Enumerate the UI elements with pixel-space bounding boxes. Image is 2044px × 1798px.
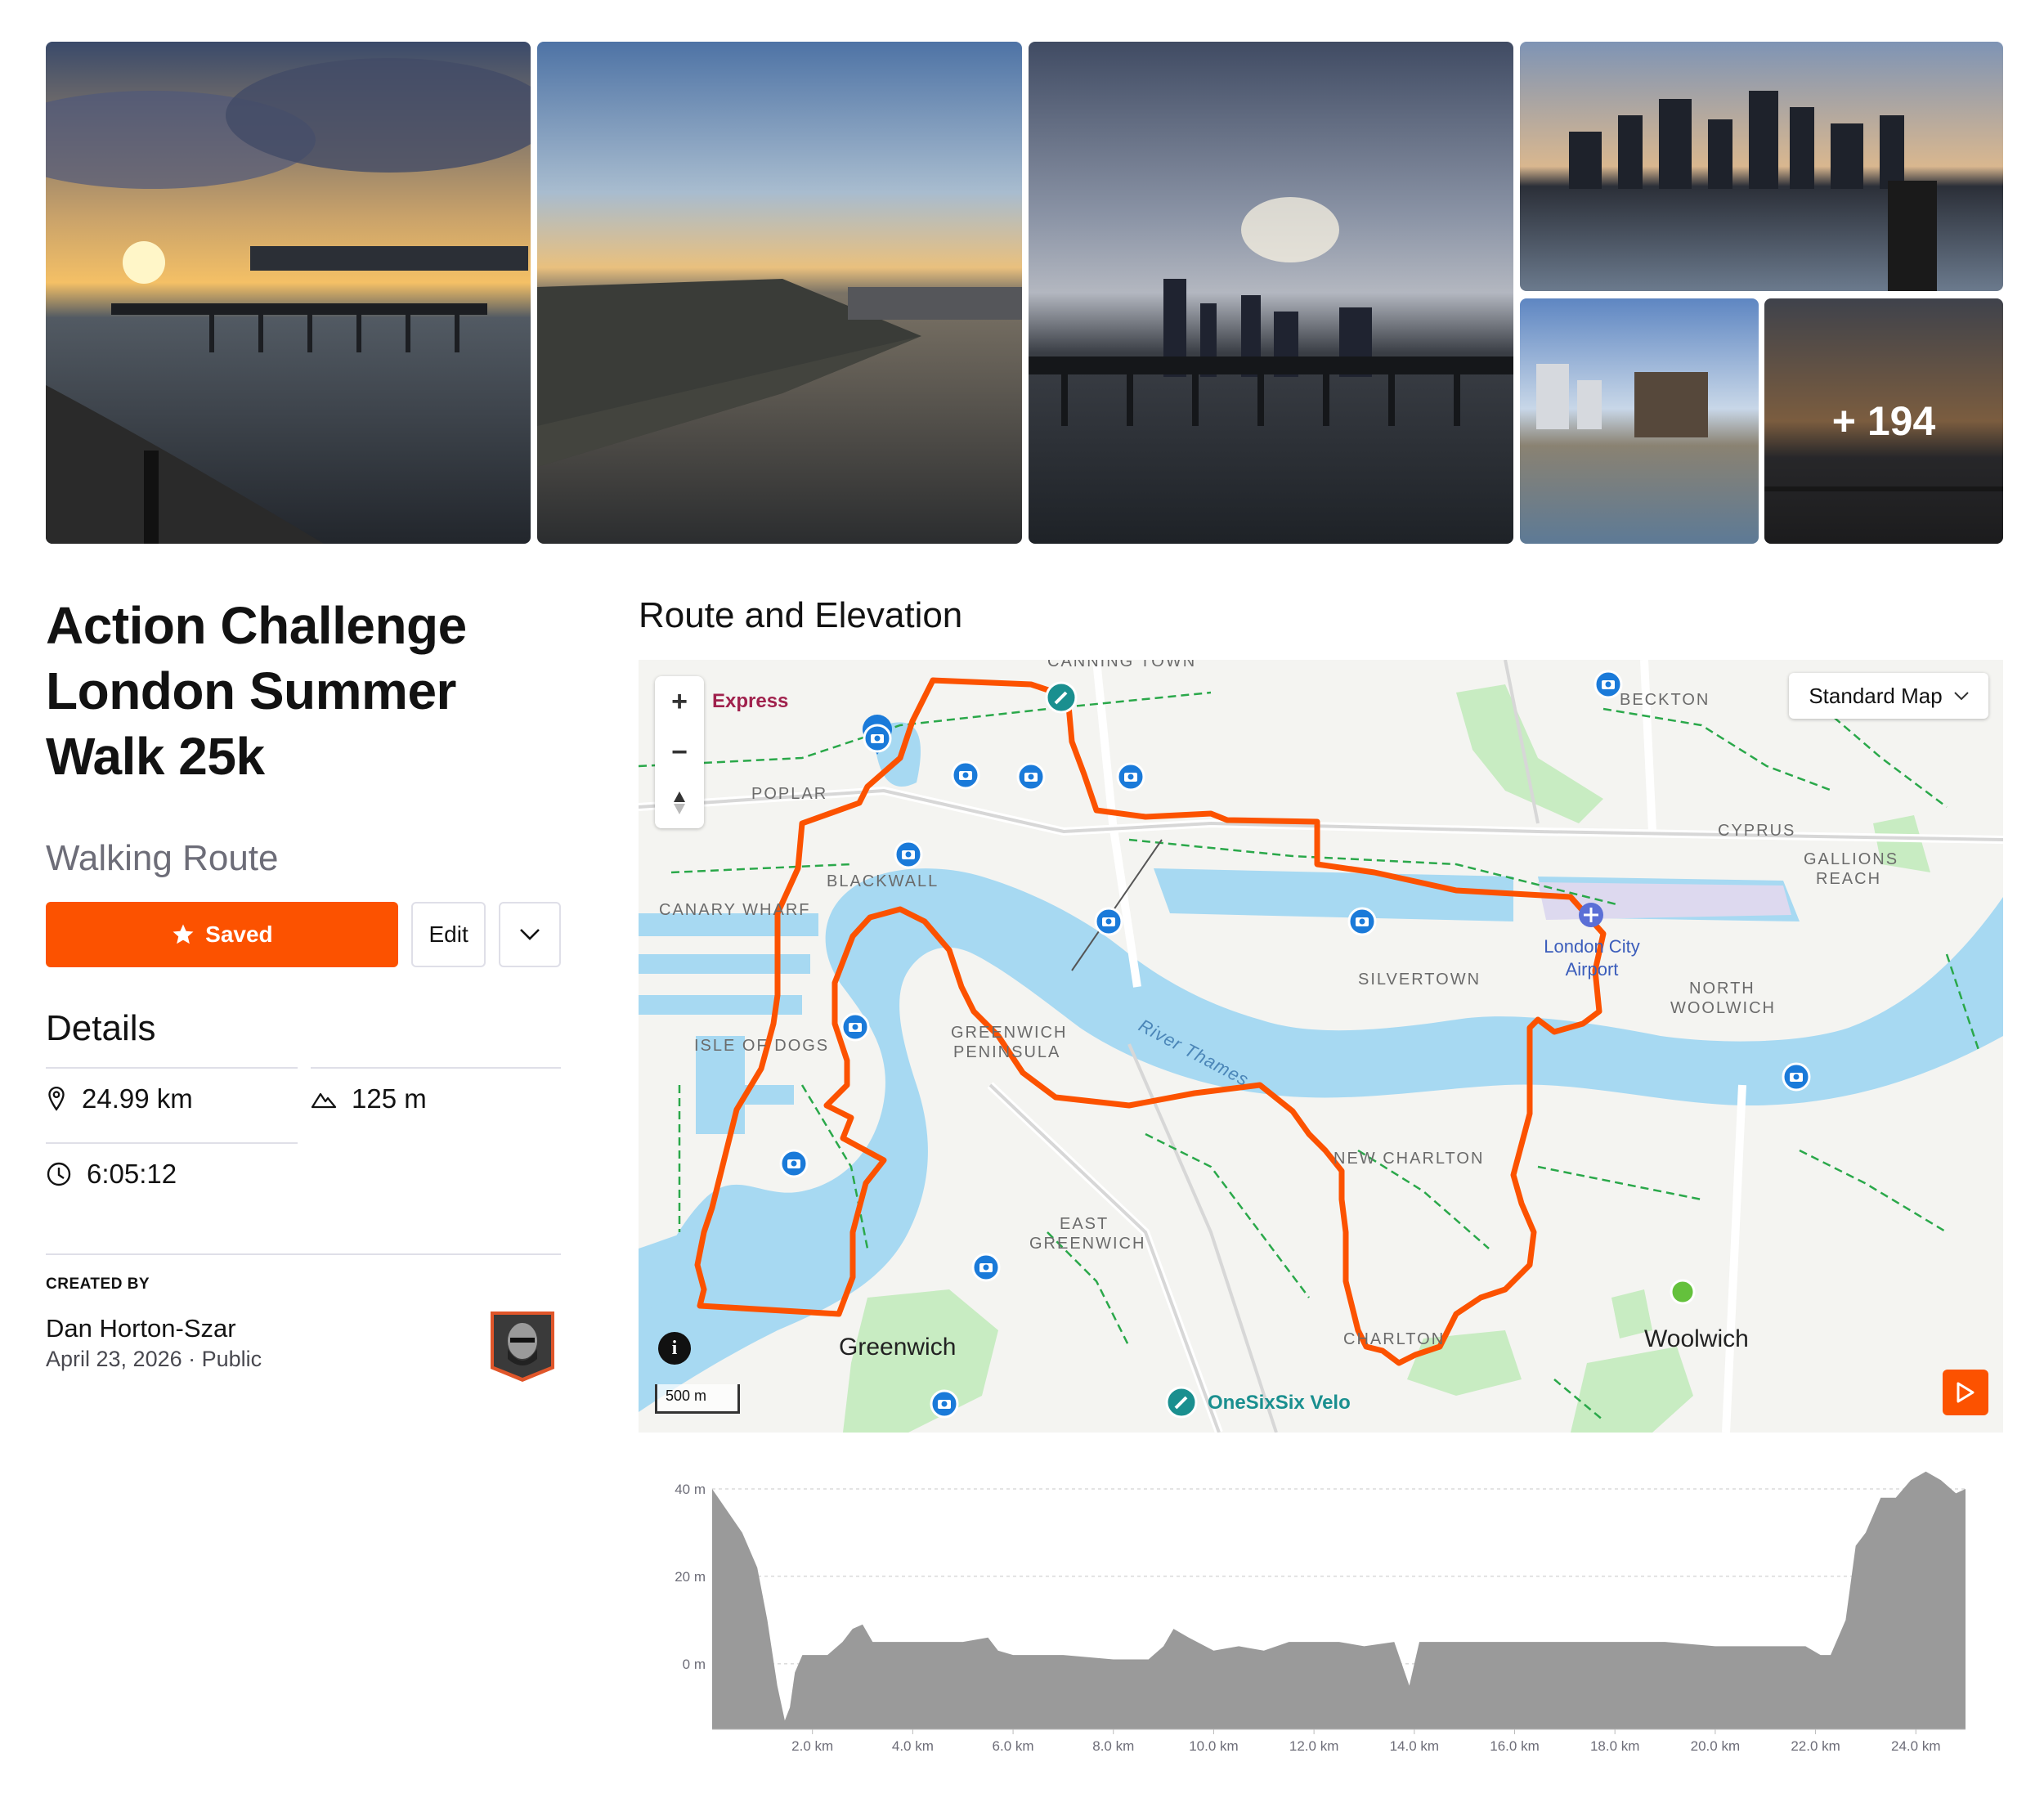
edit-button[interactable]: Edit [410,902,486,967]
elevation-y-tick-label: 20 m [675,1569,706,1585]
map-label-east: EAST [1060,1215,1109,1233]
compass-icon [674,791,685,814]
map-label-blackwall: BLACKWALL [827,872,939,890]
map-label-greenwich: GREENWICH [951,1024,1067,1042]
route-visibility: Public [201,1347,262,1371]
map-label-charlton: CHARLTON [1343,1330,1445,1348]
map-label-bike-shop: OneSixSix Velo [1208,1392,1351,1414]
elevation-stat: 125 m [311,1083,427,1114]
elevation-x-tick-label: 18.0 km [1590,1738,1639,1754]
map-label-silvertown: SILVERTOWN [1358,971,1481,989]
play-icon [1957,1382,1975,1403]
route-title: Action Challenge London Summer Walk 25k [46,596,467,786]
route-photo-5[interactable] [1520,298,1759,544]
duration-value: 6:05:12 [87,1159,177,1189]
clock-icon [47,1162,71,1186]
avatar[interactable] [487,1308,558,1383]
map-label-canary-wharf: CANARY WHARF [659,901,811,919]
mountain-icon [311,1092,337,1109]
map-label-canning-town: CANNING TOWN [1047,660,1196,670]
route-info-panel: Action Challenge London Summer Walk 25k … [46,593,562,1382]
duration-stat: 6:05:12 [46,1159,177,1190]
route-actions: Saved Edit [46,902,562,967]
distance-stat: 24.99 km [46,1083,193,1114]
created-date: April 23, 2026 [46,1347,182,1371]
zoom-out-button[interactable]: − [655,727,704,778]
saved-button-label: Saved [205,921,273,947]
more-photos-count: + 194 [1764,298,2003,544]
map-zoom-controls: + − [655,676,704,828]
flyover-play-button[interactable] [1943,1370,1988,1415]
map-label-london-city: London City [1544,936,1639,957]
map-label-isle-of-dogs: ISLE OF DOGS [694,1037,829,1055]
route-photo-2[interactable] [537,42,1022,544]
more-options-button[interactable] [499,902,562,967]
map-label-airport: Airport [1566,959,1619,980]
map-label-woolwich-north: WOOLWICH [1670,999,1776,1017]
elevation-x-tick-label: 6.0 km [993,1738,1034,1754]
map-label-poplar: POPLAR [751,785,827,803]
elevation-x-tick-label: 2.0 km [791,1738,833,1754]
creator-name[interactable]: Dan Horton-Szar [46,1314,236,1343]
elevation-area [712,1471,1966,1729]
route-type: Walking Route [46,838,279,878]
chevron-down-icon [1953,692,1969,701]
map-info-button[interactable]: i [658,1332,691,1365]
route-map[interactable]: CANNING TOWN BECKTON POPLAR CYPRUS GALLI… [639,660,2003,1433]
elevation-x-tick-label: 14.0 km [1390,1738,1439,1754]
elevation-y-tick-label: 0 m [683,1657,706,1672]
map-label-woolwich: Woolwich [1644,1325,1749,1352]
chevron-down-icon [520,929,540,940]
elevation-x-tick-label: 4.0 km [892,1738,934,1754]
route-photo-3[interactable] [1029,42,1513,544]
route-stats: 24.99 km 125 m 6:05:12 [46,1067,561,1231]
map-label-express: Express [712,690,788,712]
map-label-new-charlton: NEW CHARLTON [1334,1150,1484,1168]
compass-button[interactable] [655,778,704,828]
elevation-gain-value: 125 m [352,1083,427,1114]
elevation-x-tick-label: 12.0 km [1289,1738,1338,1754]
map-label-reach: REACH [1816,870,1881,888]
photo-gallery: + 194 [46,42,2003,544]
map-scale: 500 m [655,1384,740,1414]
route-photo-1[interactable] [46,42,531,544]
elevation-x-tick-label: 24.0 km [1891,1738,1940,1754]
elevation-x-tick-label: 10.0 km [1189,1738,1238,1754]
saved-button[interactable]: Saved [46,902,398,967]
elevation-chart[interactable]: 40 m 20 m 0 m 2.0 km 4.0 km 6.0 km 8.0 km 10.0 … [639,1459,2003,1754]
route-photo-more[interactable]: + 194 [1764,298,2003,544]
elevation-x-tick-label: 22.0 km [1791,1738,1840,1754]
map-label-north: NORTH [1689,980,1755,998]
map-label-greenwich-town: Greenwich [839,1334,956,1361]
map-type-selector[interactable]: Standard Map [1789,673,1988,719]
zoom-in-button[interactable]: + [655,676,704,727]
star-icon [173,924,194,944]
map-label-cyprus: CYPRUS [1718,822,1795,840]
map-type-label: Standard Map [1809,683,1943,708]
elevation-y-tick-label: 40 m [675,1482,706,1497]
elevation-x-tick-label: 8.0 km [1092,1738,1134,1754]
map-label-peninsula: PENINSULA [953,1043,1060,1061]
route-photo-4[interactable] [1520,42,2003,291]
elevation-x-tick-label: 20.0 km [1691,1738,1740,1754]
map-label-beckton: BECKTON [1620,691,1710,709]
creator-meta: April 23, 2026 · Public [46,1347,262,1371]
location-pin-icon [48,1086,65,1111]
route-elevation-heading: Route and Elevation [639,595,963,635]
created-by-label: CREATED BY [46,1276,150,1293]
distance-value: 24.99 km [82,1083,193,1114]
map-label-east-greenwich: GREENWICH [1029,1235,1145,1253]
map-label-gallions: GALLIONS [1804,850,1898,868]
elevation-x-tick-label: 16.0 km [1490,1738,1539,1754]
details-heading: Details [46,1008,156,1048]
creator-divider [46,1253,561,1255]
